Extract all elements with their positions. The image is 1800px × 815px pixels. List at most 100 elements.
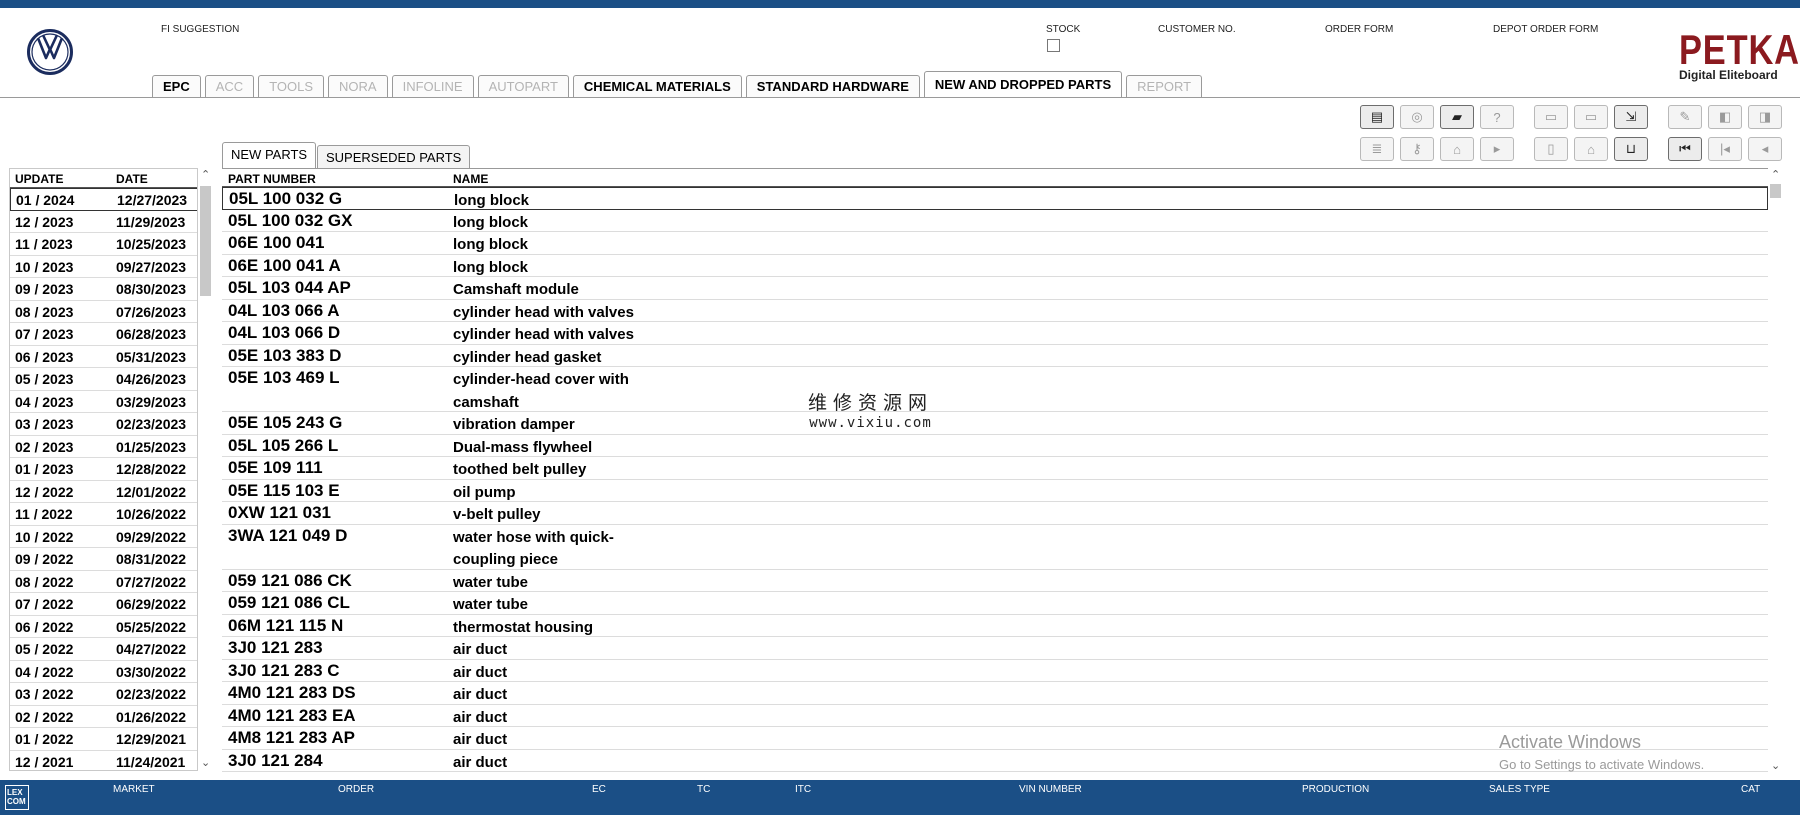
update-cell: 07 / 2022 [15, 596, 74, 612]
update-list-row[interactable]: 04 / 2023 03/29/2023 [10, 391, 197, 413]
tab-superseded-parts[interactable]: SUPERSEDED PARTS [317, 145, 471, 169]
update-list-row[interactable]: 05 / 2022 04/27/2022 [10, 638, 197, 661]
parts-table-row[interactable]: 06E 100 041 long block [222, 232, 1768, 255]
update-list-row[interactable]: 03 / 2022 02/23/2022 [10, 683, 197, 706]
parts-table-row[interactable]: 0XW 121 031 v-belt pulley [222, 502, 1768, 525]
update-list-scroll-thumb[interactable] [200, 186, 211, 296]
back-button[interactable]: ◂ [1748, 137, 1782, 161]
tab-acc[interactable]: ACC [204, 75, 255, 98]
parts-table-row[interactable]: 05E 115 103 E oil pump [222, 480, 1768, 502]
first-button[interactable]: ⏮ [1668, 137, 1702, 161]
tab-new-and-dropped-parts[interactable]: NEW AND DROPPED PARTS [923, 71, 1123, 98]
parts-table-row[interactable]: 05E 105 243 G vibration damper [222, 412, 1768, 435]
update-list-row[interactable]: 05 / 2023 04/26/2023 [10, 368, 197, 391]
parts-table-row[interactable]: 4M0 121 283 DS air duct [222, 682, 1768, 705]
tab-chemical-materials[interactable]: CHEMICAL MATERIALS [572, 75, 742, 98]
device-button[interactable]: ▯ [1534, 137, 1568, 161]
update-list-row[interactable]: 01 / 2024 12/27/2023 [10, 188, 197, 211]
update-list-row[interactable]: 07 / 2022 06/29/2022 [10, 593, 197, 616]
update-list-row[interactable]: 08 / 2023 07/26/2023 [10, 301, 197, 323]
scroll-up-arrow-icon[interactable]: ⌃ [201, 168, 210, 181]
update-list-row[interactable]: 09 / 2022 08/31/2022 [10, 548, 197, 571]
play-minus-button[interactable]: ▸ [1480, 137, 1514, 161]
update-list-row[interactable]: 07 / 2023 06/28/2023 [10, 323, 197, 346]
house-button[interactable]: ⌂ [1574, 137, 1608, 161]
parts-table-row[interactable]: 05E 103 383 D cylinder head gasket [222, 345, 1768, 367]
parts-table-row[interactable]: 05L 100 032 GX long block [222, 210, 1768, 232]
tab-standard-hardware[interactable]: STANDARD HARDWARE [745, 75, 920, 98]
scroll-down-arrow-icon[interactable]: ⌄ [201, 756, 210, 769]
key-button[interactable]: ⚷ [1400, 137, 1434, 161]
parts-table-row[interactable]: 06E 100 041 A long block [222, 255, 1768, 277]
update-list-row[interactable]: 08 / 2022 07/27/2022 [10, 571, 197, 593]
list-button[interactable]: ≣ [1360, 137, 1394, 161]
update-list-row[interactable]: 02 / 2022 01/26/2022 [10, 706, 197, 728]
parts-table-row[interactable]: 05L 100 032 Glong block [222, 187, 1768, 210]
parts-table-scrollbar[interactable]: ⌃ ⌄ [1768, 168, 1782, 774]
disc-button[interactable]: ◎ [1400, 105, 1434, 129]
tab-nora[interactable]: NORA [328, 75, 388, 98]
update-list-row[interactable]: 11 / 2022 10/26/2022 [10, 503, 197, 526]
parts-table-row[interactable]: 04L 103 066 D cylinder head with valves [222, 322, 1768, 345]
page-left-button[interactable]: ◧ [1708, 105, 1742, 129]
update-list-row[interactable]: 10 / 2023 09/27/2023 [10, 256, 197, 278]
parts-table-scroll-thumb[interactable] [1770, 184, 1781, 198]
parts-table: PART NUMBER NAME 05L 100 032 Glong block… [222, 168, 1768, 774]
tab-tools[interactable]: TOOLS [258, 75, 325, 98]
car-button[interactable]: ▰ [1440, 105, 1474, 129]
help-button[interactable]: ? [1480, 105, 1514, 129]
parts-table-row[interactable]: 05L 103 044 AP Camshaft module [222, 277, 1768, 300]
parts-table-row[interactable]: 3J0 121 283 C air duct [222, 660, 1768, 682]
cart-button[interactable]: ⊔ [1614, 137, 1648, 161]
update-list-row[interactable]: 12 / 2023 11/29/2023 [10, 211, 197, 233]
parts-table-row[interactable]: 05L 105 266 L Dual-mass flywheel [222, 435, 1768, 457]
update-list-row[interactable]: 06 / 2022 05/25/2022 [10, 616, 197, 638]
update-list-row[interactable]: 04 / 2022 03/30/2022 [10, 661, 197, 683]
update-list-row[interactable]: 06 / 2023 05/31/2023 [10, 346, 197, 368]
page-right-button[interactable]: ◨ [1748, 105, 1782, 129]
update-list-row[interactable]: 03 / 2023 02/23/2023 [10, 413, 197, 436]
update-list-row[interactable]: 10 / 2022 09/29/2022 [10, 526, 197, 548]
update-list-row[interactable]: 11 / 2023 10/25/2023 [10, 233, 197, 256]
name-column-header[interactable]: NAME [453, 172, 488, 186]
vw-logo-icon [27, 29, 73, 75]
update-list-row[interactable]: 01 / 2023 12/28/2022 [10, 458, 197, 481]
update-list-row[interactable]: 02 / 2023 01/25/2023 [10, 436, 197, 458]
pin-button[interactable]: ✎ [1668, 105, 1702, 129]
previous-button[interactable]: |◂ [1708, 137, 1742, 161]
stock-checkbox[interactable] [1047, 39, 1060, 52]
cart-arrow-button[interactable]: ⇲ [1614, 105, 1648, 129]
date-column-header[interactable]: DATE [116, 172, 148, 186]
tab-autopart[interactable]: AUTOPART [477, 75, 569, 98]
update-column-header[interactable]: UPDATE [15, 172, 63, 186]
parts-table-row[interactable]: 059 121 086 CL water tube [222, 592, 1768, 615]
parts-table-row[interactable]: 06M 121 115 N thermostat housing [222, 615, 1768, 637]
update-list-row[interactable]: 01 / 2022 12/29/2021 [10, 728, 197, 751]
part-name-cell: air duct [453, 686, 508, 703]
date-cell: 01/26/2022 [116, 708, 187, 725]
parts-table-row[interactable]: 3WA 121 049 D water hose with quick-coupl… [222, 525, 1768, 570]
parts-table-row[interactable]: 05E 103 469 L cylinder-head cover with ca… [222, 367, 1768, 412]
part-name-cell: water tube [453, 573, 529, 591]
parts-table-row[interactable]: 059 121 086 CK water tube [222, 570, 1768, 592]
tab-infoline[interactable]: INFOLINE [391, 75, 474, 98]
part-number-cell: 4M0 121 283 DS [228, 683, 356, 702]
update-list-row[interactable]: 12 / 2021 11/24/2021 [10, 751, 197, 771]
parts-table-row[interactable]: 04L 103 066 A cylinder head with valves [222, 300, 1768, 322]
tab-epc[interactable]: EPC [152, 75, 201, 98]
scroll-up-arrow-icon[interactable]: ⌃ [1771, 168, 1780, 181]
update-list-row[interactable]: 12 / 2022 12/01/2022 [10, 481, 197, 503]
update-list-row[interactable]: 09 / 2023 08/30/2023 [10, 278, 197, 301]
parts-table-row[interactable]: 4M0 121 283 EA air duct [222, 705, 1768, 727]
parts-table-row[interactable]: 3J0 121 283 air duct [222, 637, 1768, 660]
vehicle-button[interactable]: ⌂ [1440, 137, 1474, 161]
tab-new-parts[interactable]: NEW PARTS [222, 142, 317, 169]
print-button[interactable]: ▤ [1360, 105, 1394, 129]
elsa-button[interactable]: ▭ [1534, 105, 1568, 129]
scroll-down-arrow-icon[interactable]: ⌄ [1771, 759, 1780, 772]
depot-button[interactable]: ▭ [1574, 105, 1608, 129]
tab-report[interactable]: REPORT [1126, 75, 1203, 98]
part-number-column-header[interactable]: PART NUMBER [228, 172, 316, 186]
parts-table-row[interactable]: 05E 109 111 toothed belt pulley [222, 457, 1768, 480]
update-list-scrollbar[interactable]: ⌃ ⌄ [198, 168, 212, 771]
